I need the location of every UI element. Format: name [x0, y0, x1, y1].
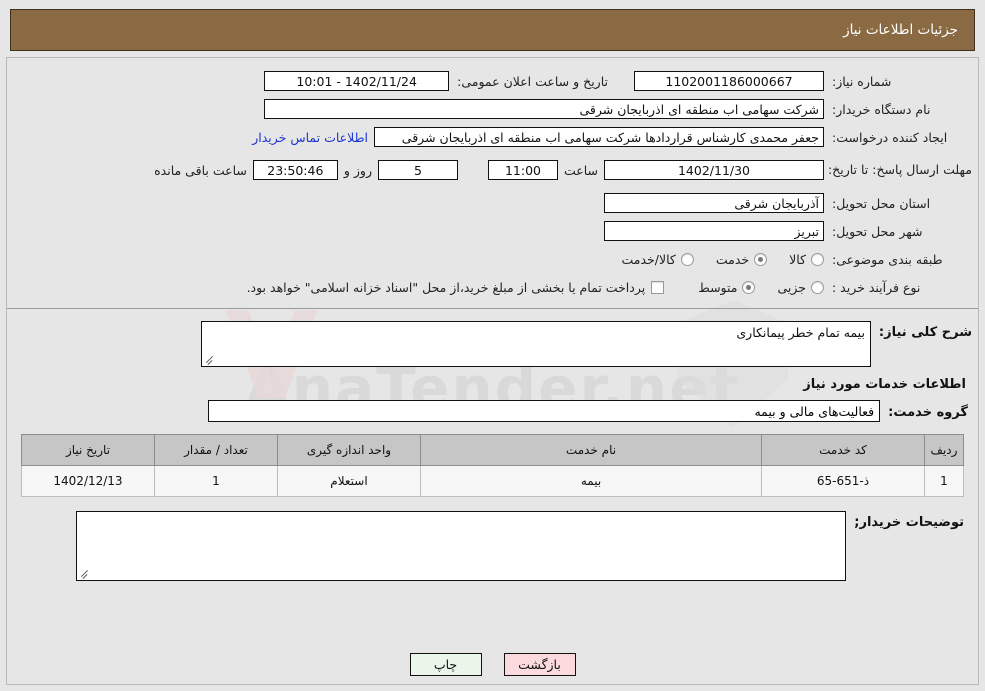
services-info-heading: اطلاعات خدمات مورد نیاز — [803, 377, 966, 392]
process-option-label: متوسط — [698, 279, 738, 295]
remaining-days-suffix: روز و — [343, 162, 372, 178]
buyer-org-value: شرکت سهامی اب منطقه ای اذربایجان شرقی — [264, 99, 824, 119]
row-response-deadline: مهلت ارسال پاسخ: تا تاریخ: 1402/11/30 سا… — [13, 152, 972, 188]
resize-handle-icon[interactable] — [204, 355, 214, 365]
treasury-checkbox-label: پرداخت تمام یا بخشی از مبلغ خرید،از محل … — [246, 279, 646, 295]
deadline-hour-label: ساعت — [563, 162, 598, 178]
back-button[interactable]: بازگشت — [503, 653, 576, 676]
cell-radif: 1 — [924, 465, 964, 497]
row-buyer-notes: توضیحات خریدار; — [21, 511, 964, 581]
category-option-khedmat[interactable]: خدمت — [715, 251, 768, 267]
table-header-row: ردیف کد خدمت نام خدمت واحد اندازه گیری ت… — [21, 434, 964, 466]
cell-service-name: بیمه — [420, 465, 762, 497]
page-title: جزئیات اطلاعات نیاز — [843, 22, 958, 38]
category-option-label: خدمت — [715, 251, 750, 267]
general-desc-value: بیمه تمام خطر پیمانکاری — [736, 325, 865, 340]
row-subject-category: طبقه بندی موضوعی: کالا خدمت کالا/خدمت — [13, 246, 972, 272]
need-summary-section: شماره نیاز: 1102001186000667 تاریخ و ساع… — [7, 58, 978, 309]
category-label: طبقه بندی موضوعی: — [832, 251, 943, 267]
category-option-kala-khedmat[interactable]: کالا/خدمت — [621, 251, 694, 267]
province-value: آذربایجان شرقی — [604, 193, 824, 213]
row-request-creator: ایجاد کننده درخواست: جعفر محمدی کارشناس … — [13, 124, 972, 150]
city-value: تبریز — [604, 221, 824, 241]
process-radio-group: جزیی متوسط — [676, 280, 824, 295]
th-radif: ردیف — [924, 434, 964, 466]
checkbox-icon[interactable] — [651, 280, 665, 294]
deadline-date-value: 1402/11/30 — [604, 160, 824, 180]
need-number-value: 1102001186000667 — [634, 71, 824, 91]
row-buyer-org: نام دستگاه خریدار: شرکت سهامی اب منطقه ا… — [13, 96, 972, 122]
general-desc-label: شرح کلی نیاز: — [878, 325, 972, 340]
remaining-time-value: 23:50:46 — [252, 160, 338, 180]
row-purchase-process: نوع فرآیند خرید : جزیی متوسط پرداخت تمام… — [13, 274, 972, 300]
th-need-date: تاریخ نیاز — [21, 434, 155, 466]
table-row: 1 ذ-651-65 بیمه استعلام 1 1402/12/13 — [21, 465, 964, 497]
radio-icon[interactable] — [811, 280, 824, 294]
th-service-name: نام خدمت — [420, 434, 762, 466]
cell-service-code: ذ-651-65 — [761, 465, 925, 497]
province-label: استان محل تحویل: — [832, 195, 931, 211]
general-desc-textarea[interactable]: بیمه تمام خطر پیمانکاری — [200, 321, 871, 367]
th-service-code: کد خدمت — [761, 434, 925, 466]
process-label: نوع فرآیند خرید : — [832, 279, 921, 295]
row-general-description: شرح کلی نیاز: بیمه تمام خطر پیمانکاری — [13, 321, 972, 367]
process-option-motevaset[interactable]: متوسط — [698, 279, 756, 295]
treasury-checkbox-item[interactable]: پرداخت تمام یا بخشی از مبلغ خرید،از محل … — [247, 280, 665, 295]
cell-quantity: 1 — [154, 465, 278, 497]
cell-need-date: 1402/12/13 — [21, 465, 155, 497]
city-label: شهر محل تحویل: — [832, 223, 923, 239]
remaining-time-suffix: ساعت باقی مانده — [154, 162, 247, 178]
buyer-org-label: نام دستگاه خریدار: — [832, 101, 931, 117]
cell-unit: استعلام — [277, 465, 421, 497]
category-radio-group: کالا خدمت کالا/خدمت — [599, 252, 824, 267]
row-need-number: شماره نیاز: 1102001186000667 تاریخ و ساع… — [13, 68, 972, 94]
creator-label: ایجاد کننده درخواست: — [832, 129, 948, 145]
deadline-label: مهلت ارسال پاسخ: تا تاریخ: — [827, 162, 972, 177]
service-group-value: فعالیت‌های مالی و بیمه — [208, 400, 881, 422]
radio-icon[interactable] — [742, 280, 756, 294]
radio-icon[interactable] — [811, 252, 824, 266]
radio-icon[interactable] — [754, 252, 768, 266]
category-option-label: کالا/خدمت — [621, 251, 676, 267]
creator-value: جعفر محمدی کارشناس قراردادها شرکت سهامی … — [374, 127, 824, 147]
remaining-days-value: 5 — [377, 160, 458, 180]
details-panel: V AnaTender.net شماره نیاز: 110200118600… — [6, 57, 979, 685]
process-option-jozei[interactable]: جزیی — [777, 280, 824, 295]
row-delivery-city: شهر محل تحویل: تبریز — [13, 218, 972, 244]
deadline-hour-value: 11:00 — [487, 160, 558, 180]
category-option-kala[interactable]: کالا — [789, 252, 824, 267]
announce-label: تاریخ و ساعت اعلان عمومی: — [457, 73, 608, 89]
service-items-table-wrapper: ردیف کد خدمت نام خدمت واحد اندازه گیری ت… — [21, 434, 964, 497]
row-delivery-province: استان محل تحویل: آذربایجان شرقی — [13, 190, 972, 216]
th-quantity: تعداد / مقدار — [154, 434, 278, 466]
th-unit: واحد اندازه گیری — [277, 434, 421, 466]
buyer-notes-textarea[interactable] — [76, 511, 847, 581]
category-option-label: کالا — [789, 251, 806, 267]
row-service-group: گروه خدمت: فعالیت‌های مالی و بیمه — [13, 400, 972, 422]
resize-handle-icon[interactable] — [79, 569, 89, 579]
radio-icon[interactable] — [680, 252, 694, 266]
need-number-label: شماره نیاز: — [832, 73, 892, 89]
service-group-label: گروه خدمت: — [888, 404, 968, 420]
announce-value: 10:01 - 1402/11/24 — [264, 71, 450, 91]
page-header: جزئیات اطلاعات نیاز — [10, 9, 975, 51]
print-button[interactable]: چاپ — [409, 653, 482, 676]
buyer-notes-label: توضیحات خریدار; — [854, 515, 964, 530]
service-items-table: ردیف کد خدمت نام خدمت واحد اندازه گیری ت… — [21, 434, 964, 497]
buyer-contact-link[interactable]: اطلاعات تماس خریدار — [246, 130, 374, 145]
process-option-label: جزیی — [777, 279, 806, 295]
need-details-section: شرح کلی نیاز: بیمه تمام خطر پیمانکاری اط… — [7, 309, 978, 587]
footer-actions: بازگشت چاپ — [7, 653, 978, 676]
